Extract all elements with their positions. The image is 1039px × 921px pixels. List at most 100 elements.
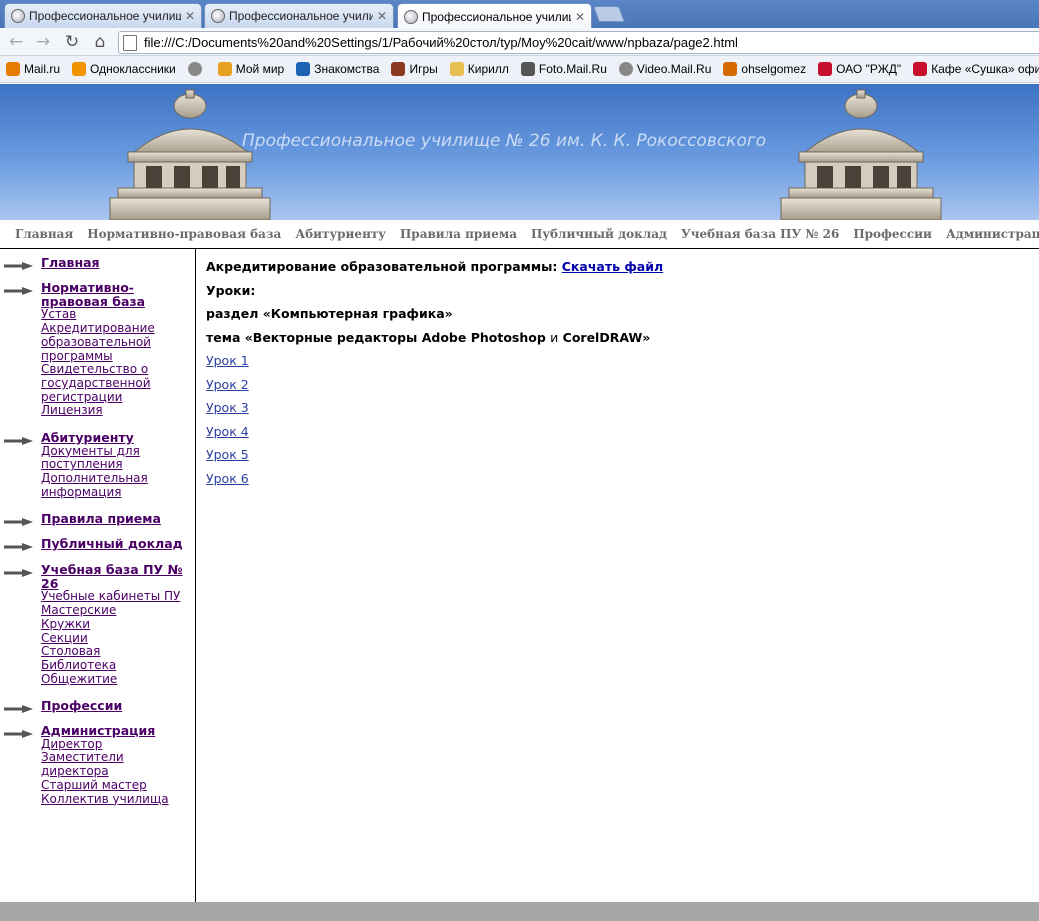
bookmark-item[interactable]: Игры: [391, 62, 438, 76]
close-icon[interactable]: ✕: [185, 9, 195, 23]
sidebar-group-title[interactable]: Нормативно-правовая база: [41, 281, 191, 308]
tab-strip: Профессиональное училище ✕ Профессиональ…: [0, 0, 1039, 29]
sidebar-group-title[interactable]: Администрация: [41, 724, 191, 738]
sidebar-link[interactable]: образовательной: [41, 336, 196, 350]
back-arrow-icon[interactable]: ←: [5, 32, 27, 52]
sidebar-link[interactable]: Акредитирование: [41, 322, 196, 336]
download-file-link[interactable]: Скачать файл: [562, 259, 663, 274]
sidebar-link[interactable]: Библиотека: [41, 659, 196, 673]
bookmark-item[interactable]: Кафе «Сушка» офиц...: [913, 62, 1039, 76]
bookmark-item[interactable]: Mail.ru: [6, 62, 60, 76]
sidebar-link[interactable]: информация: [41, 486, 196, 500]
bookmark-item[interactable]: ОАО "РЖД": [818, 62, 901, 76]
browser-tab-1[interactable]: Профессиональное училище ✕: [4, 3, 202, 28]
games-icon: [391, 62, 406, 76]
globe-icon: [11, 9, 25, 23]
sidebar-link[interactable]: Заместители: [41, 751, 196, 765]
bookmark-item[interactable]: Знакомства: [296, 62, 379, 76]
lesson-link[interactable]: Урок 3: [206, 400, 249, 415]
sidebar-group-title[interactable]: Правила приема: [41, 512, 191, 526]
bookmark-item[interactable]: ohselgomez: [723, 62, 806, 76]
bookmark-label: Мой мир: [235, 62, 285, 76]
browser-tab-2[interactable]: Профессиональное училище ✕: [204, 3, 394, 28]
new-tab-button[interactable]: [593, 6, 625, 22]
lessons-heading: Уроки:: [206, 283, 256, 298]
reload-icon[interactable]: ↻: [61, 32, 83, 52]
topic-title: тема «Векторные редакторы Adobe Photosho…: [206, 330, 650, 345]
top-nav-item[interactable]: Профессии: [846, 227, 939, 241]
sidebar-link[interactable]: Коллектив училища: [41, 793, 196, 807]
top-nav-item[interactable]: Правила приема: [393, 227, 524, 241]
sidebar-group-title[interactable]: Главная: [41, 256, 191, 270]
bookmark-item[interactable]: Foto.Mail.Ru: [520, 62, 607, 76]
bookmark-label: ОАО "РЖД": [836, 62, 902, 76]
sidebar-link[interactable]: Учебные кабинеты ПУ: [41, 590, 196, 604]
top-nav-item[interactable]: Абитуриенту: [288, 227, 393, 241]
globe-icon: [211, 9, 225, 23]
sidebar-link[interactable]: Секции: [41, 632, 196, 646]
top-nav-item[interactable]: Нормативно-правовая база: [80, 227, 288, 241]
sidebar-sublinks: Учебные кабинеты ПУ Мастерские Кружки Секци…: [41, 590, 196, 686]
lesson-link[interactable]: Урок 6: [206, 471, 249, 486]
top-nav-item[interactable]: Учебная база ПУ № 26: [674, 227, 846, 241]
odnoklassniki-icon: [72, 62, 87, 76]
sidebar-link[interactable]: Документы для: [41, 445, 196, 459]
forward-arrow-icon[interactable]: →: [32, 32, 54, 52]
home-icon[interactable]: ⌂: [89, 32, 111, 52]
lesson-link[interactable]: Урок 5: [206, 447, 249, 462]
sidebar-link[interactable]: директора: [41, 765, 196, 779]
rzd-icon: [818, 62, 833, 76]
topic-prefix: тема «Векторные редакторы Adobe Photosho…: [206, 330, 546, 345]
tab-title: Профессиональное училище: [29, 9, 181, 23]
sidebar-link[interactable]: Столовая: [41, 645, 196, 659]
sidebar-link[interactable]: поступления: [41, 458, 196, 472]
sidebar-link[interactable]: Общежитие: [41, 673, 196, 687]
globe-icon: [618, 62, 633, 76]
bookmark-label: Знакомства: [314, 62, 380, 76]
bookmark-item[interactable]: Кирилл: [449, 62, 509, 76]
bookmark-label: Кирилл: [467, 62, 509, 76]
site-title: Профессиональное училище № 26 им. К. К. …: [242, 131, 767, 151]
sidebar-link[interactable]: Свидетельство о: [41, 363, 196, 377]
sidebar-link[interactable]: Кружки: [41, 618, 196, 632]
sidebar-link[interactable]: Устав: [41, 308, 196, 322]
sidebar-sublinks: Директор Заместители директора Старший маст…: [41, 738, 196, 807]
sidebar-group-title[interactable]: Публичный доклад: [41, 537, 191, 551]
bookmark-item[interactable]: Video.Mail.Ru: [618, 62, 711, 76]
address-bar[interactable]: file:///C:/Documents%20and%20Settings/1/…: [118, 31, 1039, 54]
topic-and: и: [550, 330, 559, 345]
sidebar-link[interactable]: Дополнительная: [41, 472, 196, 486]
sidebar-group-title[interactable]: Абитуриенту: [41, 431, 191, 445]
close-icon[interactable]: ✕: [575, 10, 585, 24]
lesson-link[interactable]: Урок 2: [206, 377, 249, 392]
top-nav-item[interactable]: Главная: [8, 227, 80, 241]
arrow-icon: [4, 284, 33, 295]
bookmark-item[interactable]: Одноклассники: [72, 62, 176, 76]
browser-tab-3-active[interactable]: Профессиональное училище ✕: [397, 3, 592, 29]
sidebar-link[interactable]: Старший мастер: [41, 779, 196, 793]
arrow-icon: [4, 566, 33, 577]
sidebar-link[interactable]: регистрации: [41, 391, 196, 405]
church-domes-image: [109, 89, 942, 220]
sidebar-link[interactable]: государственной: [41, 377, 196, 391]
sidebar-link[interactable]: программы: [41, 350, 196, 364]
formspring-icon: [723, 62, 738, 76]
sidebar-group-title[interactable]: Учебная база ПУ № 26: [41, 563, 191, 590]
lesson-link[interactable]: Урок 1: [206, 353, 249, 368]
bookmark-item[interactable]: Мой мир: [217, 62, 285, 76]
sidebar-link[interactable]: Лицензия: [41, 404, 196, 418]
tab-title: Профессиональное училище: [229, 9, 373, 23]
sidebar-sublinks: Устав Акредитирование образовательной прогр…: [41, 308, 196, 418]
bookmark-item[interactable]: [187, 62, 206, 76]
globe-icon: [187, 62, 202, 76]
top-nav-item[interactable]: Публичный доклад: [524, 227, 674, 241]
arrow-icon: [4, 702, 33, 713]
bookmark-label: Одноклассники: [90, 62, 176, 76]
sidebar-link[interactable]: Мастерские: [41, 604, 196, 618]
close-icon[interactable]: ✕: [377, 9, 387, 23]
sidebar: Главная Нормативно-правовая база Устав Акре…: [0, 249, 196, 902]
lesson-link[interactable]: Урок 4: [206, 424, 249, 439]
sidebar-group-title[interactable]: Профессии: [41, 699, 191, 713]
sidebar-link[interactable]: Директор: [41, 738, 196, 752]
top-nav-item[interactable]: Администрация: [939, 227, 1039, 241]
